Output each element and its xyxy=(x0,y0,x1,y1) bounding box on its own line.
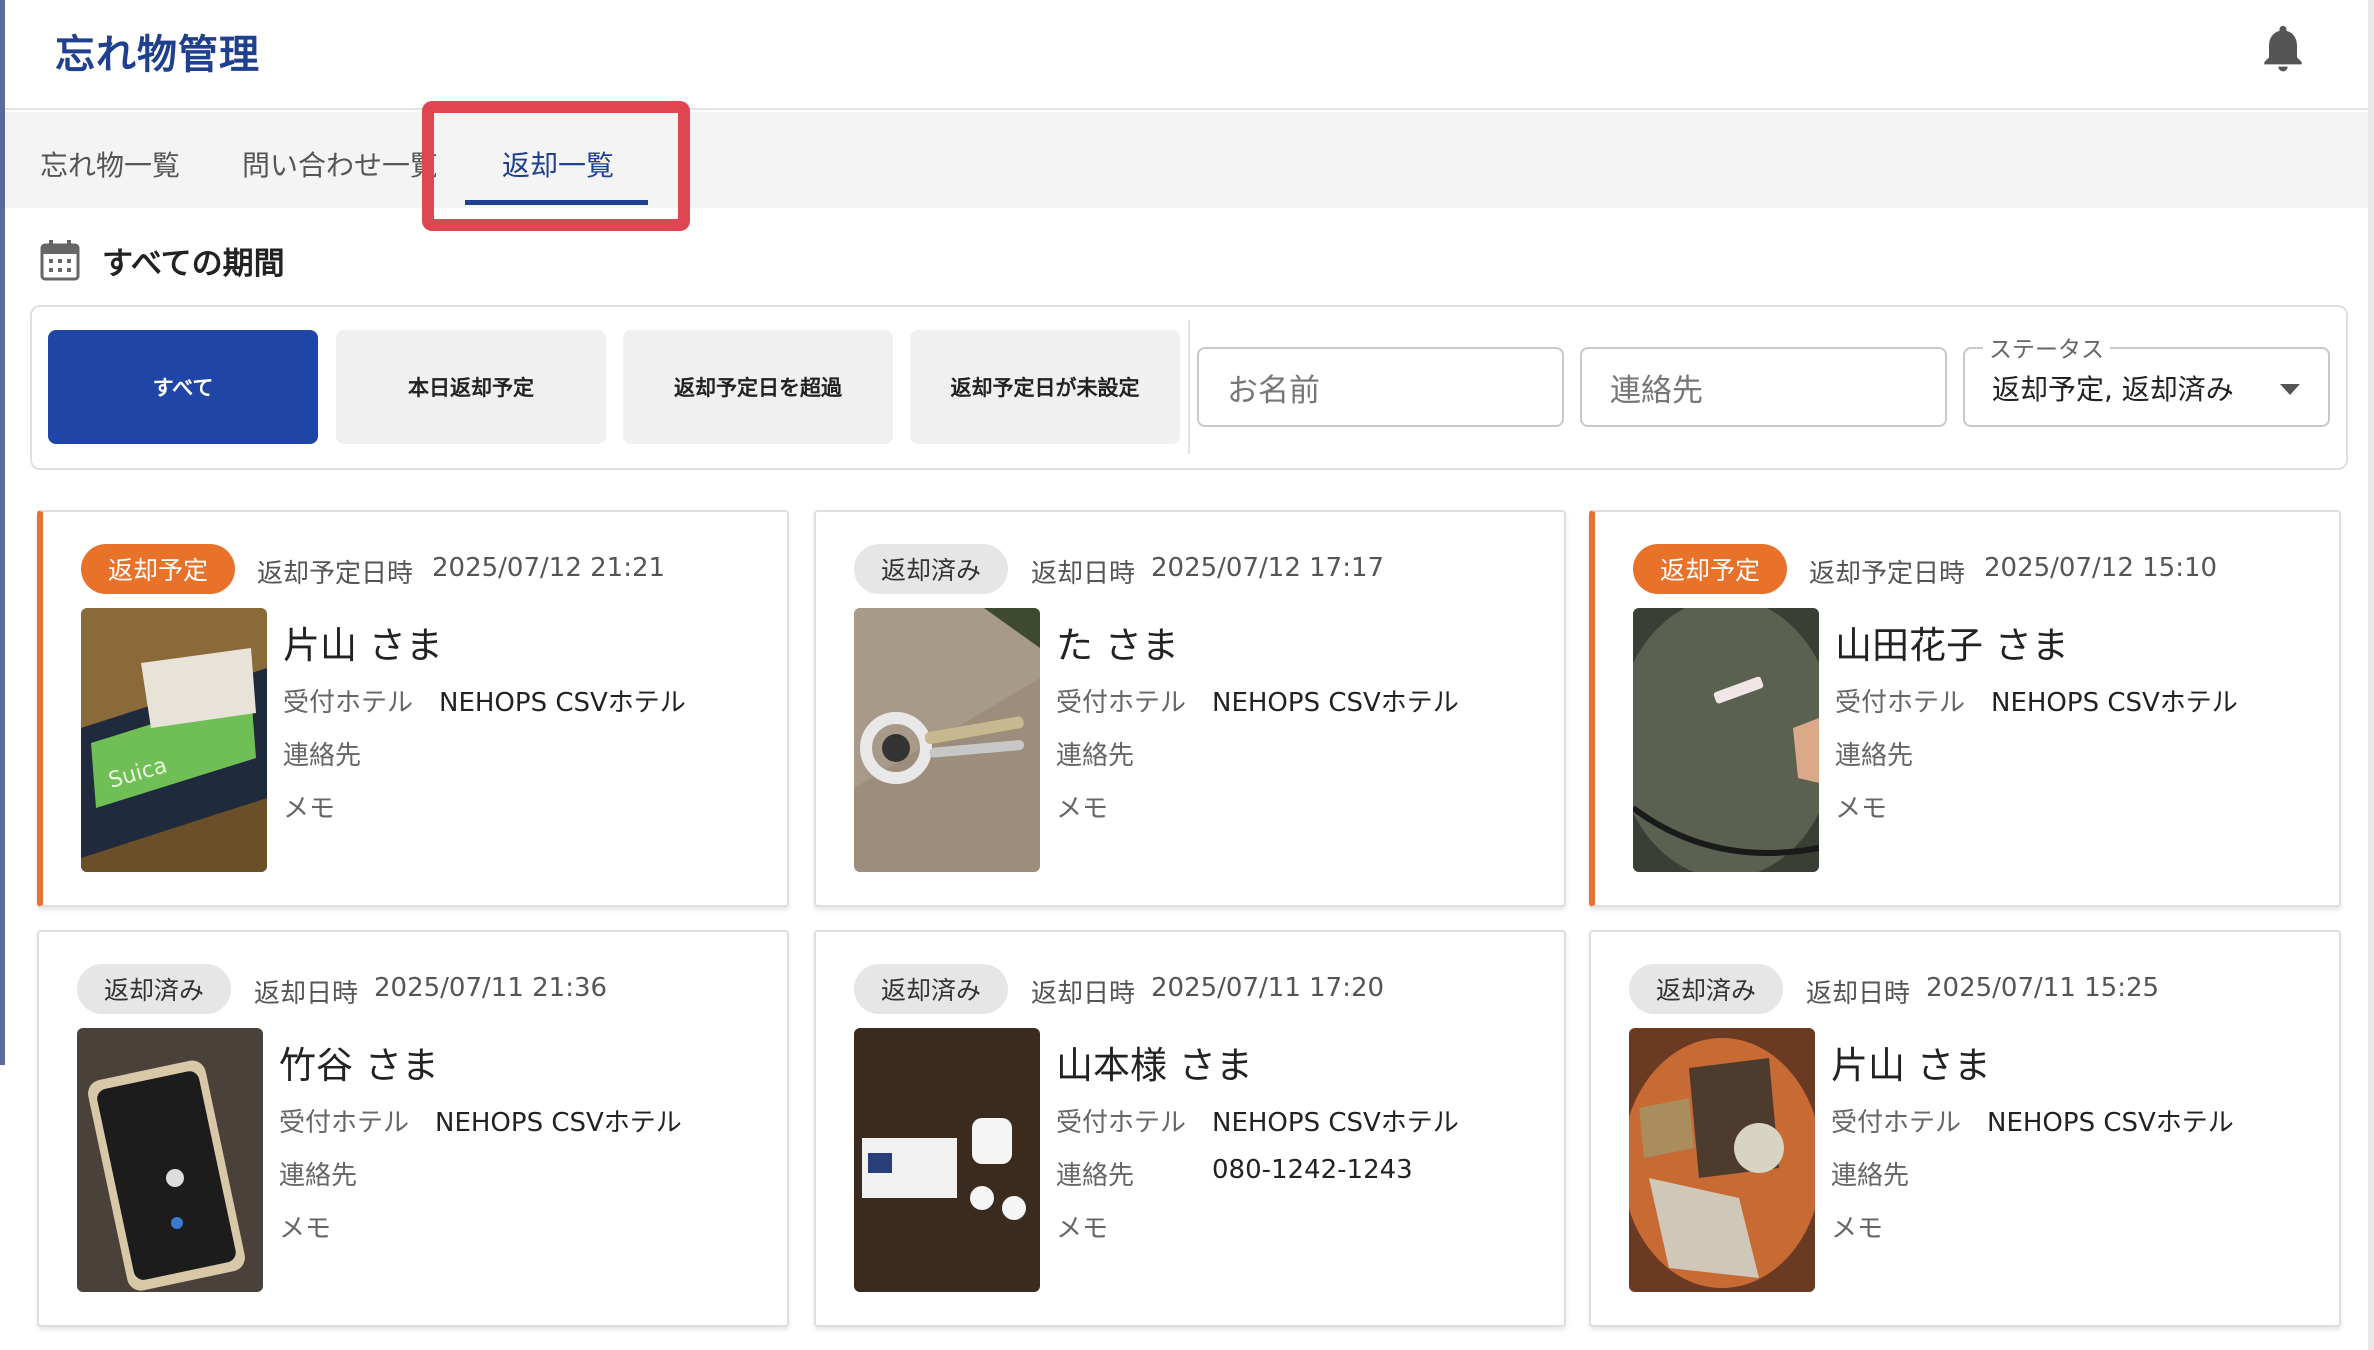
item-photo xyxy=(1633,608,1819,872)
date-label: 返却日時 xyxy=(1806,979,1911,1009)
contact-input[interactable]: 連絡先 xyxy=(1580,347,1947,427)
contact-label: 連絡先 xyxy=(279,1161,358,1191)
filter-divider xyxy=(1188,320,1190,454)
hotel-label: 受付ホテル xyxy=(1835,688,1966,718)
hotel-label: 受付ホテル xyxy=(279,1108,410,1138)
item-photo xyxy=(854,608,1040,872)
status-badge: 返却済み xyxy=(854,964,1009,1014)
memo-label: メモ xyxy=(1835,794,1888,824)
period-selector[interactable]: すべての期間 xyxy=(40,235,285,285)
date-value: 2025/07/12 17:17 xyxy=(1151,553,1385,583)
hotel-label: 受付ホテル xyxy=(1056,688,1187,718)
hotel-value: NEHOPS CSVホテル xyxy=(439,688,686,718)
item-photo xyxy=(1629,1028,1815,1292)
memo-label: メモ xyxy=(1831,1214,1884,1244)
return-card[interactable]: 返却予定 返却予定日時 2025/07/12 15:10 山田花子 さま 受付ホ… xyxy=(1589,510,2341,907)
name-input[interactable]: お名前 xyxy=(1197,347,1564,427)
bell-icon[interactable] xyxy=(2255,20,2311,76)
tab-lost-items[interactable]: 忘れ物一覧 xyxy=(40,144,180,184)
hotel-label: 受付ホテル xyxy=(283,688,414,718)
filter-overdue-button[interactable]: 返却予定日を超過 xyxy=(623,330,893,444)
scrollbar-track[interactable] xyxy=(2368,0,2374,1350)
hotel-value: NEHOPS CSVホテル xyxy=(435,1108,682,1138)
hotel-value: NEHOPS CSVホテル xyxy=(1991,688,2238,718)
contact-value: 080-1242-1243 xyxy=(1212,1155,1413,1185)
contact-label: 連絡先 xyxy=(1056,1161,1135,1191)
date-label: 返却予定日時 xyxy=(257,559,414,589)
tab-returns[interactable]: 返却一覧 xyxy=(502,144,614,184)
return-card[interactable]: 返却済み 返却日時 2025/07/12 17:17 た さま 受付ホテル NE… xyxy=(814,510,1566,907)
item-photo xyxy=(77,1028,263,1292)
chevron-down-icon[interactable] xyxy=(2280,384,2300,395)
period-label: すべての期間 xyxy=(102,245,285,282)
customer-name: 竹谷 さま xyxy=(279,1044,439,1087)
app-header: 忘れ物管理 xyxy=(5,0,2368,110)
hotel-value: NEHOPS CSVホテル xyxy=(1212,1108,1459,1138)
hotel-label: 受付ホテル xyxy=(1831,1108,1962,1138)
date-label: 返却予定日時 xyxy=(1809,559,1966,589)
status-badge: 返却予定 xyxy=(1633,544,1788,594)
customer-name: 山本様 さま xyxy=(1056,1044,1253,1087)
customer-name: 山田花子 さま xyxy=(1835,624,2069,667)
date-value: 2025/07/11 21:36 xyxy=(374,973,608,1003)
status-badge: 返却済み xyxy=(77,964,232,1014)
contact-label: 連絡先 xyxy=(1835,741,1914,771)
return-card[interactable]: 返却済み 返却日時 2025/07/11 21:36 竹谷 さま 受付ホテル N… xyxy=(37,930,789,1327)
contact-label: 連絡先 xyxy=(1056,741,1135,771)
date-value: 2025/07/11 17:20 xyxy=(1151,973,1385,1003)
item-photo: Suica xyxy=(81,608,267,872)
hotel-value: NEHOPS CSVホテル xyxy=(1987,1108,2234,1138)
memo-label: メモ xyxy=(283,794,336,824)
date-value: 2025/07/12 15:10 xyxy=(1984,553,2218,583)
app-title: 忘れ物管理 xyxy=(55,32,260,78)
hotel-label: 受付ホテル xyxy=(1056,1108,1187,1138)
status-badge: 返却済み xyxy=(854,544,1009,594)
item-photo xyxy=(854,1028,1040,1292)
calendar-icon xyxy=(40,239,80,281)
tab-bar: 忘れ物一覧 問い合わせ一覧 返却一覧 xyxy=(5,112,2368,208)
filter-all-button[interactable]: すべて xyxy=(48,330,318,444)
return-card[interactable]: 返却済み 返却日時 2025/07/11 15:25 片山 さま 受付ホテル N… xyxy=(1589,930,2341,1327)
status-select-label: ステータス xyxy=(1983,330,2110,364)
memo-label: メモ xyxy=(1056,794,1109,824)
date-value: 2025/07/11 15:25 xyxy=(1926,973,2160,1003)
date-label: 返却日時 xyxy=(254,979,359,1009)
filter-today-button[interactable]: 本日返却予定 xyxy=(336,330,606,444)
active-tab-indicator xyxy=(465,200,648,205)
contact-label: 連絡先 xyxy=(1831,1161,1910,1191)
status-select-value: 返却予定, 返却済み xyxy=(1992,373,2234,406)
date-label: 返却日時 xyxy=(1031,979,1136,1009)
date-value: 2025/07/12 21:21 xyxy=(432,553,666,583)
date-label: 返却日時 xyxy=(1031,559,1136,589)
tab-inquiries[interactable]: 問い合わせ一覧 xyxy=(242,144,436,184)
status-badge: 返却予定 xyxy=(81,544,236,594)
customer-name: た さま xyxy=(1056,624,1179,667)
filter-unset-button[interactable]: 返却予定日が未設定 xyxy=(910,330,1180,444)
hotel-value: NEHOPS CSVホテル xyxy=(1212,688,1459,718)
memo-label: メモ xyxy=(279,1214,332,1244)
customer-name: 片山 さま xyxy=(1831,1044,1991,1087)
status-badge: 返却済み xyxy=(1629,964,1784,1014)
customer-name: 片山 さま xyxy=(283,624,443,667)
return-card[interactable]: 返却予定 返却予定日時 2025/07/12 21:21 Suica 片山 さま… xyxy=(37,510,789,907)
memo-label: メモ xyxy=(1056,1214,1109,1244)
return-card[interactable]: 返却済み 返却日時 2025/07/11 17:20 山本様 さま 受付ホテル … xyxy=(814,930,1566,1327)
contact-label: 連絡先 xyxy=(283,741,362,771)
